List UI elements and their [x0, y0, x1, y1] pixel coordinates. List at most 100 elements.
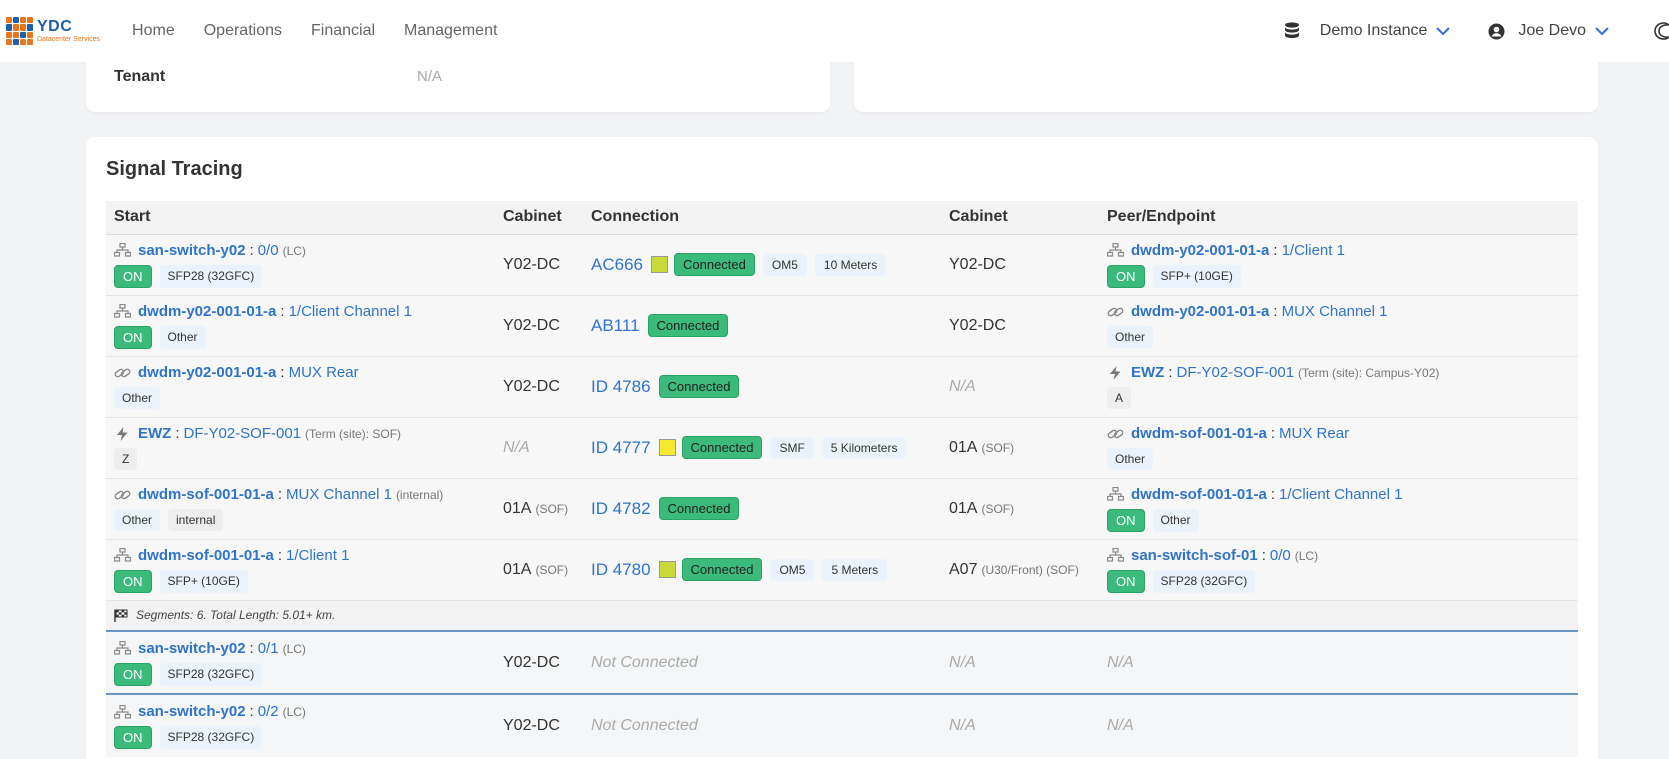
nav-financial[interactable]: Financial	[311, 22, 375, 40]
type-badge: Other	[1107, 326, 1154, 348]
brand-logo[interactable]: YDC Datacenter Services	[6, 17, 100, 45]
logo-icon	[6, 17, 33, 45]
peer-endpoint: san-switch-sof-01:0/0 (LC)	[1106, 547, 1570, 564]
nav-operations[interactable]: Operations	[204, 22, 282, 40]
port-link[interactable]: DF-Y02-SOF-001	[1177, 364, 1295, 381]
port-hint: (Term (site): SOF)	[305, 427, 402, 441]
port-link[interactable]: 1/Client 1	[286, 547, 349, 564]
user-dropdown[interactable]: Joe Devo	[1518, 22, 1609, 40]
port-link[interactable]: MUX Channel 1	[1282, 303, 1388, 320]
type-badge: SFP28 (32GFC)	[159, 264, 263, 288]
port-link[interactable]: 0/0	[1270, 547, 1291, 564]
device-link[interactable]: dwdm-sof-001-01-a	[138, 547, 274, 564]
peer-na: N/A	[1107, 717, 1134, 734]
top-navbar: YDC Datacenter Services Home Operations …	[0, 0, 1669, 62]
port-link[interactable]: MUX Rear	[289, 364, 359, 381]
port-link[interactable]: 0/1	[258, 640, 279, 657]
separator: :	[280, 302, 285, 320]
port-link[interactable]: MUX Rear	[1279, 425, 1349, 442]
connection-cell: ID 4777 Connected SMF 5 Kilometers	[583, 417, 941, 479]
device-link[interactable]: san-switch-sof-01	[1131, 547, 1258, 564]
nav-home[interactable]: Home	[132, 22, 175, 40]
type-badge: A	[1107, 387, 1132, 409]
status-on-badge: ON	[114, 569, 152, 593]
status-on-badge: ON	[114, 662, 152, 686]
peer-cell: san-switch-sof-01:0/0 (LC) ON SFP28 (32GFC)	[1099, 539, 1578, 601]
start-cell: dwdm-sof-001-01-a:1/Client 1 ON SFP+ (10GE…	[106, 539, 495, 601]
port-link[interactable]: 1/Client 1	[1282, 242, 1345, 259]
device-link[interactable]: dwdm-y02-001-01-a	[138, 364, 276, 381]
moon-icon[interactable]	[1653, 22, 1669, 40]
device-link[interactable]: san-switch-y02	[138, 242, 246, 259]
device-link[interactable]: dwdm-sof-001-01-a	[138, 486, 274, 503]
connection-link[interactable]: ID 4780	[591, 560, 651, 580]
brand-subtitle: Datacenter Services	[37, 36, 101, 43]
cabinet-name: 01A	[503, 499, 532, 517]
device-link[interactable]: dwdm-y02-001-01-a	[138, 303, 276, 320]
connection-link[interactable]: AB111	[591, 316, 640, 336]
brand-name: YDC	[37, 18, 73, 35]
col-cabinet-a: Cabinet	[495, 201, 583, 235]
peer-endpoint: EWZ: DF-Y02-SOF-001 (Term (site): Campus-Y…	[1107, 364, 1570, 381]
cabinet-value: Y02-DC	[503, 654, 560, 671]
separator: :	[175, 425, 180, 442]
network-icon	[113, 704, 132, 719]
port-link[interactable]: 1/Client Channel 1	[1279, 486, 1402, 503]
tenant-label: Tenant	[114, 68, 166, 85]
separator: :	[249, 703, 254, 720]
cabinet-name: 01A	[949, 499, 978, 517]
start-cell: EWZ: DF-Y02-SOF-001 (Term (site): SOF) Z	[106, 417, 495, 479]
table-row: EWZ: DF-Y02-SOF-001 (Term (site): SOF) Z N/A…	[106, 417, 1578, 479]
device-link[interactable]: dwdm-y02-001-01-a	[1131, 242, 1269, 259]
device-link[interactable]: EWZ	[1131, 364, 1164, 381]
connection-link[interactable]: ID 4786	[591, 377, 651, 397]
trace-summary-cell: Segments: 6. Total Length: 5.01+ km.	[106, 600, 1578, 632]
start-endpoint: san-switch-y02:0/1 (LC)	[113, 640, 487, 657]
connection-link[interactable]: ID 4782	[591, 499, 651, 519]
port-link[interactable]: MUX Channel 1	[286, 486, 392, 503]
cabinet-name: A07	[949, 560, 978, 578]
connected-badge: Connected	[681, 558, 763, 581]
col-peer-endpoint: Peer/Endpoint	[1099, 201, 1578, 235]
device-link[interactable]: dwdm-y02-001-01-a	[1131, 303, 1269, 320]
port-link[interactable]: 0/0	[258, 242, 279, 259]
cabinet-hint: (SOF)	[981, 501, 1015, 516]
link-icon	[114, 366, 131, 380]
start-cell: dwdm-y02-001-01-a:1/Client Channel 1 ON Ot…	[106, 295, 495, 357]
col-start: Start	[106, 201, 495, 235]
cabinet-a-cell: Y02-DC	[495, 631, 583, 695]
trace-summary-text: Segments: 6. Total Length: 5.01+ km.	[136, 608, 336, 623]
cabinet-a-cell: 01A (SOF)	[495, 478, 583, 540]
signal-tracing-table: Start Cabinet Connection Cabinet Peer/En…	[106, 201, 1578, 757]
separator: :	[1270, 425, 1276, 442]
connection-link[interactable]: ID 4777	[591, 438, 651, 458]
device-link[interactable]: dwdm-sof-001-01-a	[1131, 486, 1267, 503]
peer-endpoint: dwdm-sof-001-01-a:1/Client Channel 1	[1106, 486, 1570, 503]
device-link[interactable]: san-switch-y02	[138, 640, 246, 657]
port-link[interactable]: DF-Y02-SOF-001	[184, 425, 302, 442]
port-link[interactable]: 0/2	[258, 703, 279, 720]
chevron-down-icon	[1436, 27, 1451, 36]
connected-badge: Connected	[647, 314, 729, 337]
badge-group: ON SFP28 (32GFC)	[1107, 569, 1570, 593]
cabinet-hint: (SOF)	[981, 440, 1015, 455]
port-hint: (LC)	[282, 243, 306, 258]
start-endpoint: dwdm-sof-001-01-a:1/Client 1	[113, 547, 487, 564]
badge-group: Other internal	[114, 509, 487, 531]
link-icon	[114, 488, 131, 502]
bolt-icon	[1107, 365, 1124, 380]
device-link[interactable]: EWZ	[138, 425, 171, 442]
nav-management[interactable]: Management	[404, 22, 497, 40]
cabinet-b-cell: 01A (SOF)	[941, 478, 1099, 540]
connection-link[interactable]: AC666	[591, 255, 643, 275]
status-on-badge: ON	[1107, 508, 1145, 532]
device-link[interactable]: dwdm-sof-001-01-a	[1131, 425, 1267, 442]
trace-summary: Segments: 6. Total Length: 5.01+ km.	[114, 608, 1570, 623]
peer-cell: dwdm-sof-001-01-a: MUX Rear Other	[1099, 417, 1578, 479]
instance-dropdown[interactable]: Demo Instance	[1320, 22, 1451, 40]
trace-summary-row: Segments: 6. Total Length: 5.01+ km.	[106, 600, 1578, 632]
connection-info: ID 4780 Connected OM5 5 Meters	[591, 558, 933, 581]
port-link[interactable]: 1/Client Channel 1	[289, 303, 412, 320]
cabinet-value: Y02-DC	[503, 256, 560, 273]
device-link[interactable]: san-switch-y02	[138, 703, 246, 720]
